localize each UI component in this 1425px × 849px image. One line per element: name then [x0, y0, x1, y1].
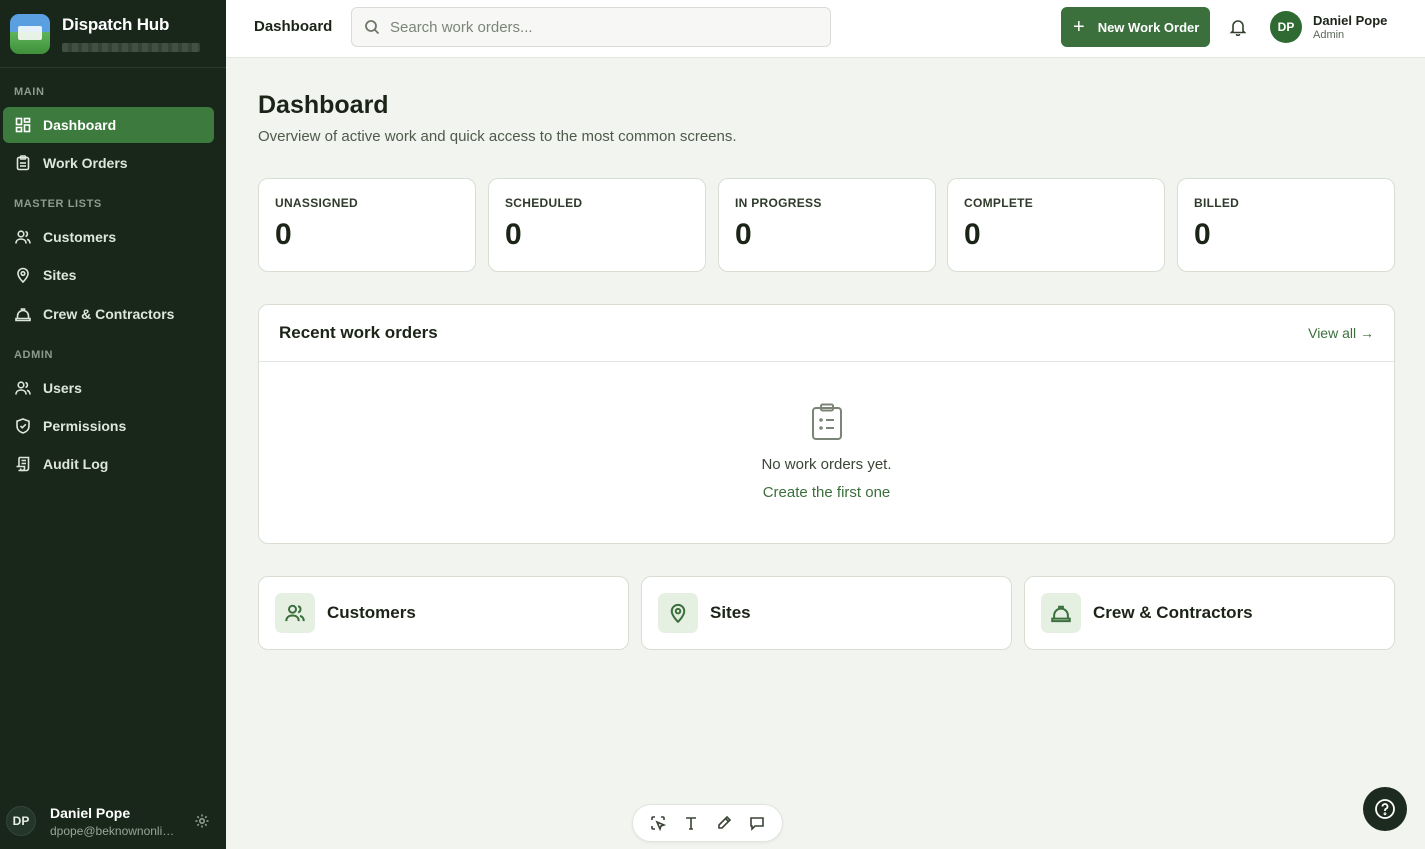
sidebar-item-label: Dashboard: [43, 117, 117, 133]
stat-value: 0: [735, 218, 752, 251]
log-icon: [16, 456, 30, 472]
stat-label: SCHEDULED: [505, 196, 583, 210]
comment-icon[interactable]: [749, 815, 765, 831]
gear-icon[interactable]: [194, 813, 210, 829]
stat-label: COMPLETE: [964, 196, 1034, 210]
users-icon: [285, 604, 305, 622]
avatar: DP: [6, 806, 36, 836]
help-button[interactable]: [1363, 787, 1407, 831]
quick-link-crew-contractors[interactable]: Crew & Contractors: [1024, 576, 1395, 650]
nav-section-admin: ADMIN: [14, 349, 54, 361]
stat-value: 0: [1194, 218, 1211, 251]
header-user-name: Daniel Pope: [1313, 13, 1388, 28]
new-work-order-button[interactable]: + New Work Order: [1061, 7, 1210, 47]
bell-icon[interactable]: [1229, 18, 1247, 36]
stat-card-unassigned[interactable]: UNASSIGNED 0: [258, 178, 476, 272]
search-icon: [365, 20, 380, 35]
quick-link-label: Customers: [327, 603, 416, 622]
sidebar-item-label: Work Orders: [43, 155, 128, 171]
shield-icon: [16, 418, 30, 434]
quick-link-sites[interactable]: Sites: [641, 576, 1012, 650]
clipboard-icon: [811, 403, 842, 440]
header-user-role: Admin: [1313, 29, 1345, 41]
app-name: Dispatch Hub: [62, 15, 170, 34]
stat-card-in-progress[interactable]: IN PROGRESS 0: [718, 178, 936, 272]
header-title: Dashboard: [254, 18, 333, 35]
stat-value: 0: [505, 218, 522, 251]
app-logo: [10, 13, 50, 54]
sidebar-item-dashboard[interactable]: Dashboard: [3, 107, 214, 143]
quick-link-customers[interactable]: Customers: [258, 576, 629, 650]
sidebar: Dispatch Hub MAIN Dashboard Work Orders …: [0, 0, 226, 849]
sidebar-item-crew-contractors[interactable]: Crew & Contractors: [3, 296, 214, 332]
stat-value: 0: [964, 218, 981, 251]
sidebar-user-name: Daniel Pope: [50, 804, 131, 821]
map-pin-icon: [670, 603, 686, 623]
sidebar-user[interactable]: DP Daniel Pope dpope@beknownonline.com: [0, 793, 226, 849]
users-icon: [15, 230, 31, 244]
sidebar-item-permissions[interactable]: Permissions: [3, 408, 214, 444]
annotation-toolbar: [632, 804, 783, 842]
sidebar-item-label: Crew & Contractors: [43, 306, 175, 322]
brand[interactable]: Dispatch Hub: [0, 0, 226, 68]
clipboard-icon: [16, 155, 30, 171]
nav-section-master-lists: MASTER LISTS: [14, 198, 102, 210]
recent-work-orders-panel: Recent work orders View all → No work or…: [258, 304, 1395, 544]
stat-label: BILLED: [1194, 196, 1240, 210]
recent-work-orders-title: Recent work orders: [279, 323, 438, 342]
quick-link-label: Sites: [710, 603, 751, 622]
header-user-menu[interactable]: DP Daniel Pope Admin: [1270, 11, 1387, 43]
empty-state: No work orders yet. Create the first one: [259, 403, 1394, 502]
stat-label: UNASSIGNED: [275, 196, 359, 210]
users-icon: [15, 381, 31, 395]
sidebar-item-label: Users: [43, 380, 82, 396]
select-element-icon[interactable]: [650, 815, 666, 831]
sidebar-item-sites[interactable]: Sites: [3, 257, 214, 293]
hard-hat-icon: [1051, 605, 1071, 623]
create-first-link[interactable]: Create the first one: [763, 484, 891, 501]
stat-value: 0: [275, 218, 292, 251]
new-work-order-label: New Work Order: [1097, 19, 1200, 35]
hard-hat-icon: [15, 308, 31, 322]
empty-state-text: No work orders yet.: [761, 456, 892, 473]
plus-icon: +: [1073, 16, 1085, 38]
page-subtitle: Overview of active work and quick access…: [258, 128, 737, 145]
sidebar-item-audit-log[interactable]: Audit Log: [3, 446, 214, 482]
quick-link-icon-box: [275, 593, 315, 633]
search-input[interactable]: [390, 18, 810, 36]
nav-section-main: MAIN: [14, 86, 45, 98]
sidebar-item-work-orders[interactable]: Work Orders: [3, 145, 214, 181]
stat-card-complete[interactable]: COMPLETE 0: [947, 178, 1165, 272]
map-pin-icon: [17, 267, 29, 283]
sidebar-item-users[interactable]: Users: [3, 370, 214, 406]
stat-label: IN PROGRESS: [735, 196, 822, 210]
dashboard-icon: [15, 117, 31, 133]
quick-link-icon-box: [658, 593, 698, 633]
top-header: Dashboard + New Work Order DP Daniel Pop…: [226, 0, 1425, 58]
help-icon: [1375, 799, 1395, 819]
stat-card-scheduled[interactable]: SCHEDULED 0: [488, 178, 706, 272]
page-title: Dashboard: [258, 91, 389, 119]
view-all-link[interactable]: View all →: [1308, 325, 1374, 341]
sidebar-item-label: Sites: [43, 267, 77, 283]
stat-card-billed[interactable]: BILLED 0: [1177, 178, 1395, 272]
text-tool-icon[interactable]: [683, 815, 699, 831]
search-box[interactable]: [351, 7, 831, 47]
app-subtitle-redacted: [62, 43, 200, 52]
pencil-icon[interactable]: [716, 815, 732, 831]
quick-link-label: Crew & Contractors: [1093, 603, 1253, 622]
sidebar-item-customers[interactable]: Customers: [3, 219, 214, 255]
sidebar-item-label: Permissions: [43, 418, 127, 434]
sidebar-item-label: Customers: [43, 229, 117, 245]
quick-link-icon-box: [1041, 593, 1081, 633]
avatar: DP: [1270, 11, 1302, 43]
sidebar-user-email: dpope@beknownonline.com: [50, 823, 178, 838]
sidebar-item-label: Audit Log: [43, 456, 109, 472]
